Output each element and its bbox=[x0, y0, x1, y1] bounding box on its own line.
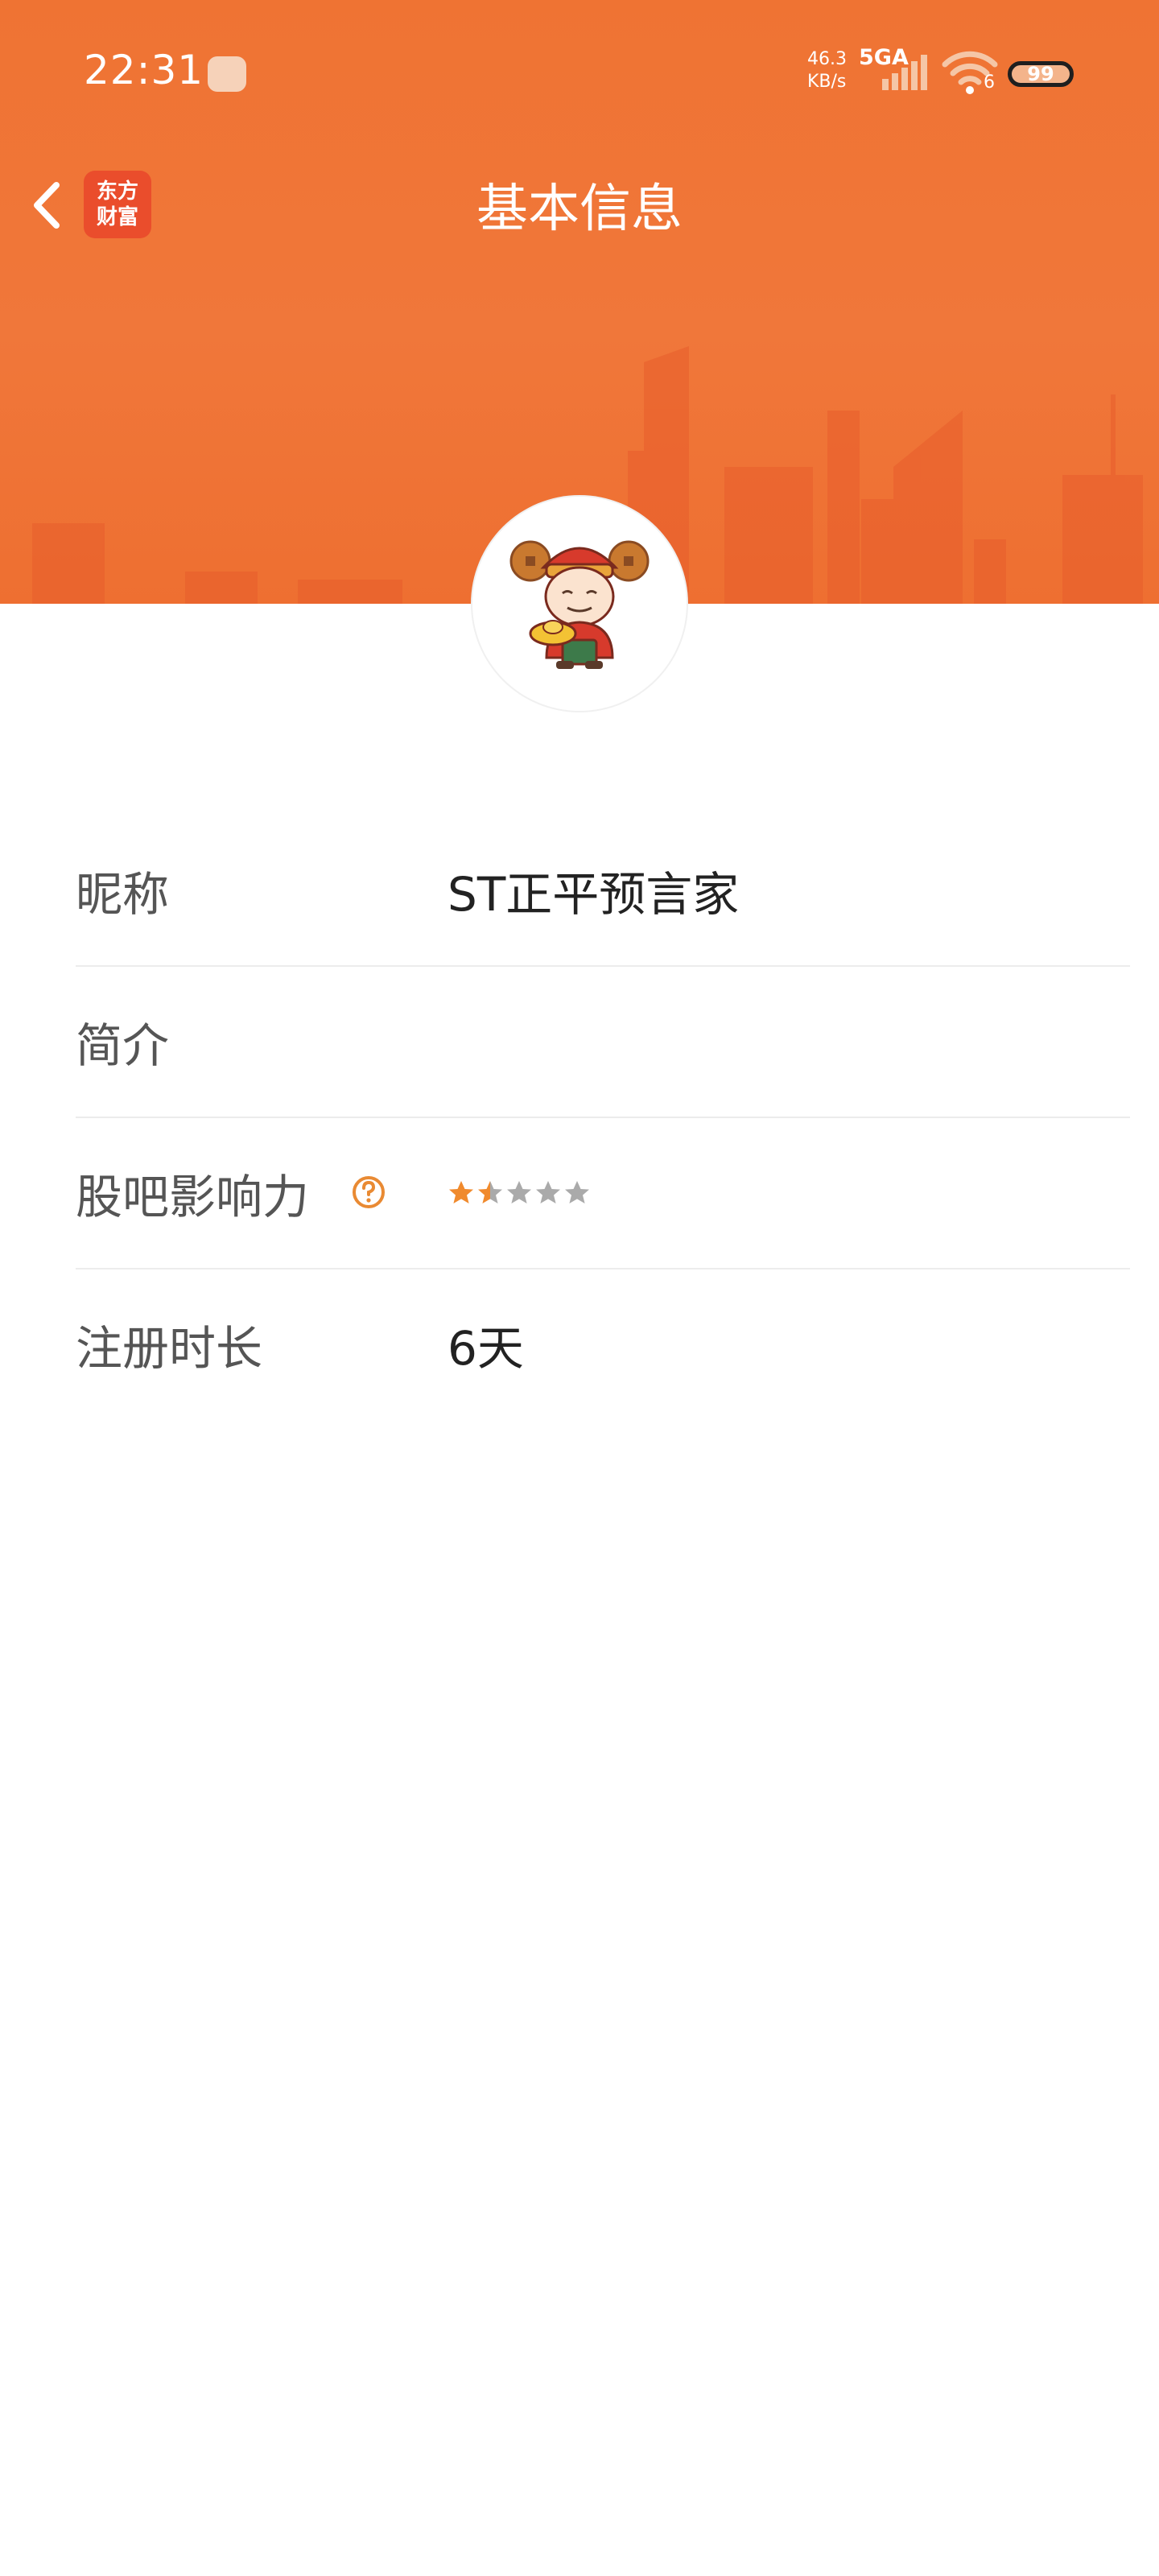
rating-star-icon bbox=[565, 1181, 589, 1203]
cell-signal-icon bbox=[882, 55, 927, 90]
nickname-value: ST正平预言家 bbox=[448, 867, 740, 922]
profile-page: 22:31 46.3 KB/s 5GA 6 99 东方 财富 基本信息 昵称 S… bbox=[0, 0, 1159, 2576]
battery-level: 99 bbox=[1027, 63, 1054, 85]
bio-row: 简介 bbox=[76, 967, 1130, 1118]
network-speed-unit: KB/s bbox=[807, 72, 847, 92]
rating-star-icon bbox=[449, 1181, 473, 1203]
wifi-level: 6 bbox=[984, 72, 995, 93]
profile-info-list: 昵称 ST正平预言家 简介 股吧影响力 注册时长 6天 bbox=[76, 815, 1130, 1419]
status-time: 22:31 bbox=[84, 47, 204, 93]
registration-label: 注册时长 bbox=[76, 1321, 263, 1376]
notification-icon bbox=[208, 56, 246, 92]
rating-star-icon bbox=[478, 1181, 502, 1203]
rating-star-icon bbox=[507, 1181, 531, 1203]
influence-row: 股吧影响力 bbox=[76, 1118, 1130, 1269]
influence-star-rating bbox=[448, 1179, 592, 1207]
rating-star-icon bbox=[536, 1181, 560, 1203]
nickname-label: 昵称 bbox=[76, 867, 170, 922]
registration-row: 注册时长 6天 bbox=[76, 1269, 1130, 1419]
nickname-row: 昵称 ST正平预言家 bbox=[76, 815, 1130, 967]
influence-label: 股吧影响力 bbox=[76, 1170, 310, 1224]
network-speed: 46.3 KB/s bbox=[807, 48, 857, 93]
registration-value: 6天 bbox=[448, 1321, 524, 1376]
avatar[interactable] bbox=[472, 497, 687, 711]
network-speed-value: 46.3 bbox=[807, 49, 847, 69]
bio-label: 简介 bbox=[76, 1018, 170, 1073]
page-title: 基本信息 bbox=[476, 180, 683, 239]
battery-icon: 99 bbox=[1008, 61, 1074, 87]
question-circle-icon[interactable] bbox=[351, 1174, 386, 1210]
god-of-wealth-avatar-icon bbox=[509, 540, 650, 669]
